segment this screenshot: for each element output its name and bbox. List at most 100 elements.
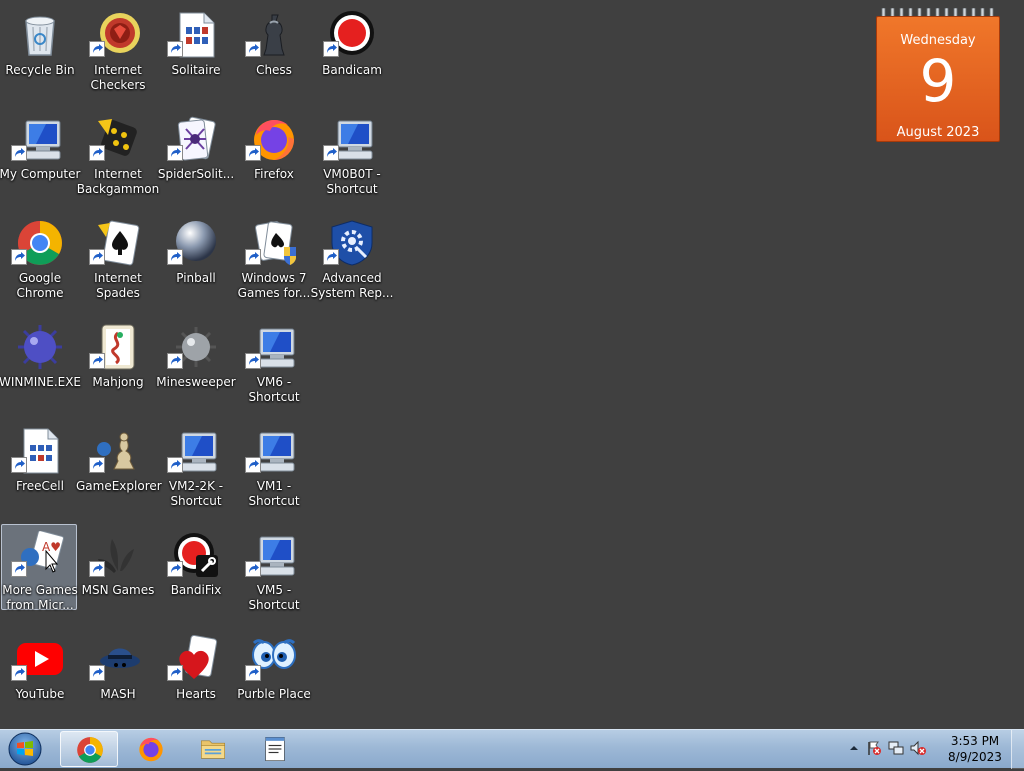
shortcut-arrow-icon bbox=[89, 353, 105, 369]
mine-icon bbox=[16, 323, 64, 371]
bandicam-shortcut[interactable]: Bandicam bbox=[313, 4, 389, 104]
show-desktop-button[interactable] bbox=[1011, 730, 1024, 769]
shortcut-arrow-icon bbox=[245, 145, 261, 161]
purble-place-shortcut[interactable]: Purble Place bbox=[235, 628, 311, 728]
shortcut-arrow-icon bbox=[89, 457, 105, 473]
vm2-2k-shortcut[interactable]: VM2-2K - Shortcut bbox=[157, 420, 233, 520]
show-hidden-icons-button[interactable] bbox=[846, 740, 862, 756]
system-tray: 3:53 PM 8/9/2023 bbox=[840, 730, 1024, 769]
shortcut-arrow-icon bbox=[11, 145, 27, 161]
icon-label: VM6 - Shortcut bbox=[248, 375, 300, 404]
chrome-icon bbox=[77, 737, 103, 763]
start-button[interactable] bbox=[4, 731, 46, 767]
icon-label: Windows 7 Games for... bbox=[237, 271, 311, 300]
icon-label: FreeCell bbox=[16, 479, 64, 493]
taskbar-chrome-button[interactable] bbox=[60, 731, 118, 767]
icon-label: SpiderSolit... bbox=[157, 167, 235, 181]
calendar-gadget[interactable]: Wednesday 9 August 2023 bbox=[876, 8, 1000, 142]
shortcut-arrow-icon bbox=[167, 145, 183, 161]
my-computer-shortcut[interactable]: My Computer bbox=[0, 108, 80, 208]
mash-shortcut[interactable]: MASH bbox=[79, 628, 155, 728]
firefox-icon bbox=[139, 737, 163, 762]
icon-label: Google Chrome bbox=[16, 271, 64, 300]
calendar-day: 9 bbox=[919, 47, 957, 115]
vm0b0t-shortcut[interactable]: VM0B0T - Shortcut bbox=[313, 108, 389, 208]
internet-checkers-shortcut[interactable]: Internet Checkers bbox=[79, 4, 155, 104]
solitaire-shortcut[interactable]: Solitaire bbox=[157, 4, 233, 104]
icon-label: YouTube bbox=[15, 687, 65, 701]
icon-label: VM1 - Shortcut bbox=[248, 479, 300, 508]
desktop[interactable]: Recycle Bin My Computer Google Chrome WI… bbox=[0, 0, 1024, 729]
bandifix-shortcut[interactable]: BandiFix bbox=[157, 524, 233, 624]
icon-label: BandiFix bbox=[170, 583, 222, 597]
advanced-system-repair-shortcut[interactable]: Advanced System Rep... bbox=[311, 212, 393, 312]
more-games-shortcut[interactable]: A♥ More Games from Micr... bbox=[1, 524, 78, 612]
pinball-shortcut[interactable]: Pinball bbox=[157, 212, 233, 312]
shortcut-arrow-icon bbox=[11, 665, 27, 681]
network-button[interactable] bbox=[888, 740, 904, 756]
internet-spades-shortcut[interactable]: Internet Spades bbox=[79, 212, 155, 312]
hearts-shortcut[interactable]: Hearts bbox=[157, 628, 233, 728]
shortcut-arrow-icon bbox=[167, 457, 183, 473]
icon-label: Pinball bbox=[176, 271, 216, 285]
shortcut-arrow-icon bbox=[167, 41, 183, 57]
icon-label: Chess bbox=[256, 63, 292, 77]
icon-label: VM5 - Shortcut bbox=[248, 583, 300, 612]
firefox-shortcut[interactable]: Firefox bbox=[235, 108, 311, 208]
icon-label: Internet Checkers bbox=[90, 63, 146, 92]
winmine-shortcut[interactable]: WINMINE.EXE bbox=[0, 316, 81, 416]
shortcut-arrow-icon bbox=[89, 665, 105, 681]
spider-solitaire-shortcut[interactable]: SpiderSolit... bbox=[157, 108, 234, 208]
icon-label: Purble Place bbox=[237, 687, 311, 701]
minesweeper-shortcut[interactable]: Minesweeper bbox=[156, 316, 236, 416]
shortcut-arrow-icon bbox=[323, 145, 339, 161]
taskbar-notepad-button[interactable] bbox=[246, 731, 304, 767]
freecell-shortcut[interactable]: FreeCell bbox=[1, 420, 77, 520]
vm6-shortcut[interactable]: VM6 - Shortcut bbox=[235, 316, 311, 416]
chevron-up-icon bbox=[850, 746, 858, 750]
shortcut-arrow-icon bbox=[167, 353, 183, 369]
icon-label: Hearts bbox=[176, 687, 216, 701]
shortcut-arrow-icon bbox=[11, 561, 27, 577]
icon-label: GameExplorer bbox=[76, 479, 162, 493]
taskbar-clock[interactable]: 3:53 PM 8/9/2023 bbox=[944, 733, 1006, 765]
icon-label: VM2-2K - Shortcut bbox=[168, 479, 224, 508]
google-chrome-shortcut[interactable]: Google Chrome bbox=[1, 212, 77, 312]
action-center-button[interactable] bbox=[866, 740, 882, 756]
calendar-month-year: August 2023 bbox=[896, 125, 980, 140]
taskbar-explorer-button[interactable] bbox=[184, 731, 242, 767]
clock-time: 3:53 PM bbox=[950, 734, 1000, 748]
icon-label: Solitaire bbox=[171, 63, 221, 77]
game-explorer-shortcut[interactable]: GameExplorer bbox=[76, 420, 162, 520]
shortcut-arrow-icon bbox=[11, 457, 27, 473]
windows7-games-shortcut[interactable]: Windows 7 Games for... bbox=[235, 212, 311, 312]
icon-label: Advanced System Rep... bbox=[310, 271, 394, 300]
recycle-bin-icon bbox=[16, 11, 64, 59]
icon-label: VM0B0T - Shortcut bbox=[323, 167, 381, 196]
vm5-shortcut[interactable]: VM5 - Shortcut bbox=[235, 524, 311, 624]
recycle-bin-shortcut[interactable]: Recycle Bin bbox=[1, 4, 77, 104]
youtube-shortcut[interactable]: YouTube bbox=[1, 628, 77, 728]
shortcut-arrow-icon bbox=[167, 249, 183, 265]
vm1-shortcut[interactable]: VM1 - Shortcut bbox=[235, 420, 311, 520]
mahjong-shortcut[interactable]: Mahjong bbox=[79, 316, 155, 416]
icon-label: Firefox bbox=[254, 167, 294, 181]
shortcut-arrow-icon bbox=[167, 665, 183, 681]
taskbar-firefox-button[interactable] bbox=[122, 731, 180, 767]
svg-text:A♥: A♥ bbox=[42, 540, 61, 554]
chess-shortcut[interactable]: Chess bbox=[235, 4, 311, 104]
icon-label: Mahjong bbox=[92, 375, 144, 389]
icon-label: More Games from Micr... bbox=[2, 583, 78, 612]
msn-games-shortcut[interactable]: MSN Games bbox=[79, 524, 155, 624]
icon-label: Recycle Bin bbox=[5, 63, 75, 77]
internet-backgammon-shortcut[interactable]: Internet Backgammon bbox=[77, 108, 159, 208]
icon-label: WINMINE.EXE bbox=[0, 375, 82, 389]
volume-button[interactable] bbox=[910, 740, 926, 756]
taskbar: 3:53 PM 8/9/2023 bbox=[0, 729, 1024, 769]
icon-label: Minesweeper bbox=[156, 375, 236, 389]
shortcut-arrow-icon bbox=[245, 665, 261, 681]
clock-date: 8/9/2023 bbox=[948, 750, 1002, 764]
icon-label: Bandicam bbox=[322, 63, 382, 77]
shortcut-arrow-icon bbox=[11, 249, 27, 265]
notepad-icon bbox=[265, 737, 285, 761]
